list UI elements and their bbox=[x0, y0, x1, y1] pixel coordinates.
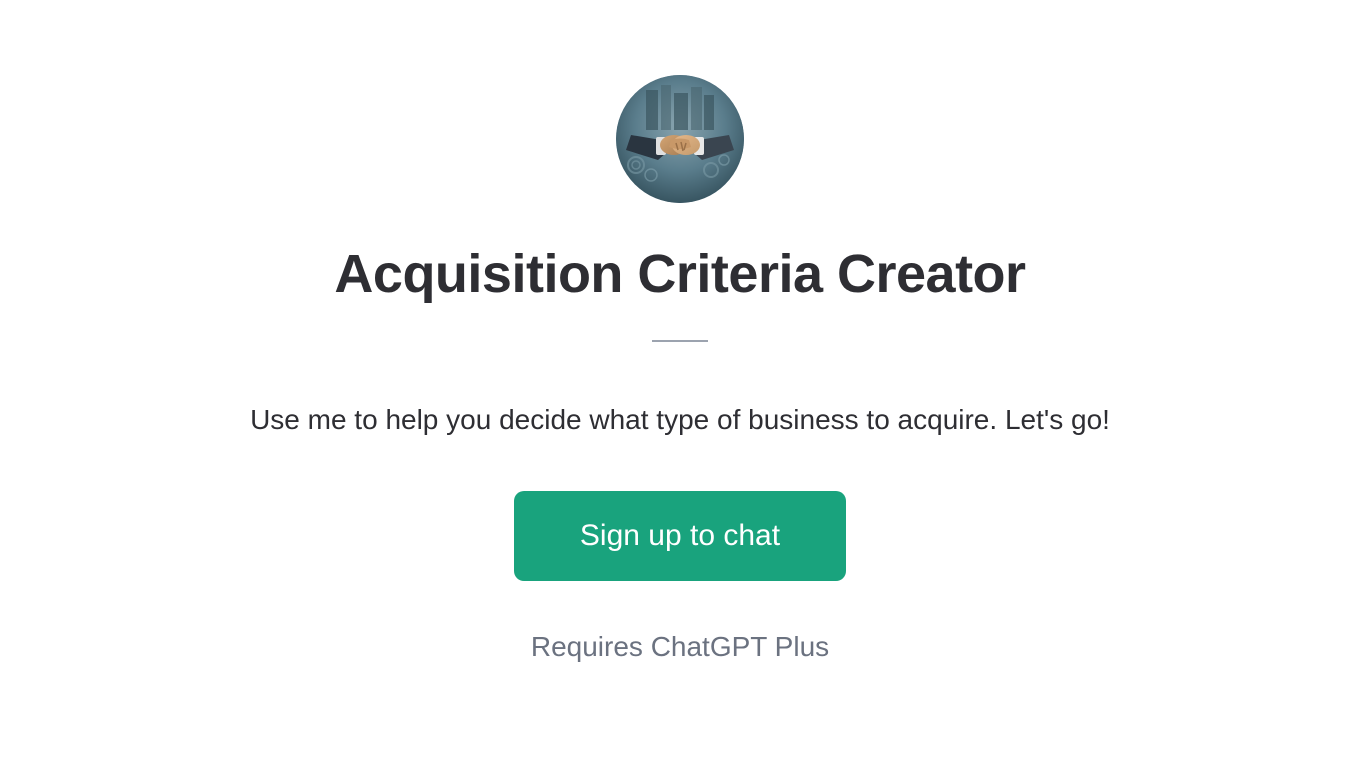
avatar-image bbox=[616, 75, 744, 203]
gpt-avatar bbox=[616, 75, 744, 203]
gpt-title: Acquisition Criteria Creator bbox=[334, 243, 1025, 305]
requirement-label: Requires ChatGPT Plus bbox=[531, 631, 829, 663]
gpt-description: Use me to help you decide what type of b… bbox=[250, 404, 1110, 436]
signup-button[interactable]: Sign up to chat bbox=[514, 491, 846, 581]
divider bbox=[652, 340, 708, 342]
main-container: Acquisition Criteria Creator Use me to h… bbox=[0, 0, 1360, 663]
